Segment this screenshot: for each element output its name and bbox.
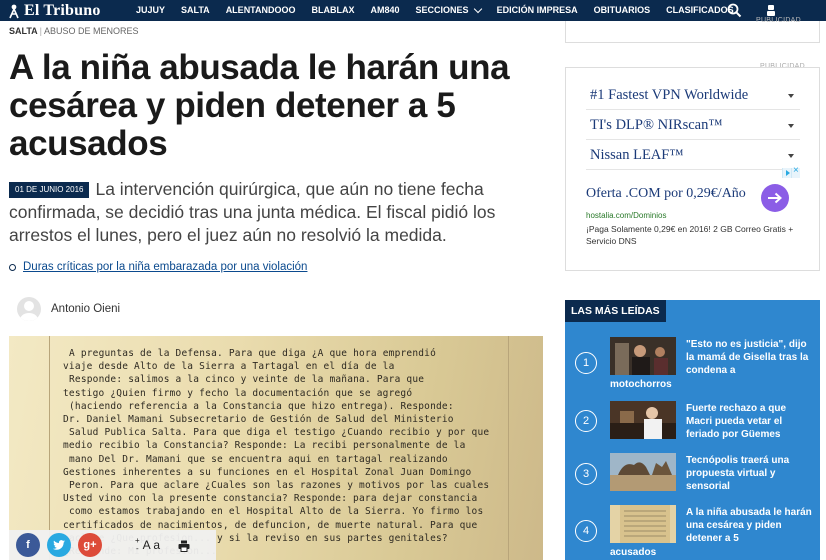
nav-item-salta[interactable]: SALTA [173, 0, 218, 21]
date-badge: 01 DE JUNIO 2016 [9, 182, 90, 198]
document-text-line: como estamos trabajando en el Hospital A… [69, 506, 484, 518]
most-read-title: LAS MÁS LEÍDAS [565, 300, 666, 322]
thumbnail-image [610, 401, 676, 439]
ad-link-1[interactable]: #1 Fastest VPN Worldwide [586, 82, 800, 110]
author-name[interactable]: Antonio Oieni [51, 303, 120, 315]
breadcrumb: SALTA | ABUSO DE MENORES [9, 26, 139, 36]
article-title: A la niña abusada le harán una cesárea y… [9, 48, 510, 163]
ad-offer-site: hostalia.com/Dominios [586, 211, 667, 220]
document-text-line: Salud Publica Salta. Para que diga el te… [69, 427, 490, 439]
ad-label-top: PUBLICIDAD [755, 17, 801, 24]
document-text-line: (haciendo referencia a la Constancia que… [69, 400, 454, 412]
caret-down-icon [788, 93, 794, 98]
font-size-control[interactable]: + - A a [135, 537, 160, 553]
most-read-item[interactable]: 2 Fuerte rechazo a que Macri pueda vetar… [565, 401, 820, 453]
ad-link-2[interactable]: TI's DLP® NIRscan™ [586, 112, 800, 140]
author-row: Antonio Oieni [17, 297, 120, 321]
search-icon[interactable] [727, 3, 742, 18]
nav-item-am840[interactable]: AM840 [363, 0, 408, 21]
document-text-line: mano Del Dr. Mamani que se encuentra aqu… [69, 453, 448, 465]
related-link[interactable]: Duras críticas por la niña embarazada po… [23, 261, 307, 273]
most-read-title-4a: A la niña abusada le harán una cesárea y… [686, 507, 812, 544]
most-read-number: 2 [575, 410, 597, 432]
chevron-down-icon [473, 4, 482, 14]
most-read-title-1b: motochorros [610, 379, 672, 390]
related-link-row: Duras críticas por la niña embarazada po… [9, 261, 307, 273]
article-document-image: A preguntas de la Defensa. Para que diga… [9, 336, 543, 560]
most-read-item[interactable]: 1 "Esto no es justicia", dijo la mamá de… [565, 337, 820, 390]
most-read-panel: LAS MÁS LEÍDAS 1 "Esto no es justicia", … [565, 300, 820, 560]
ad-box: #1 Fastest VPN Worldwide TI's DLP® NIRsc… [565, 67, 820, 271]
document-text-line: medio recibio la Constancia? Responde: L… [63, 440, 466, 452]
most-read-item[interactable]: 3 Tecnópolis traerá una propuesta virtua… [565, 453, 820, 505]
document-text-line: A preguntas de la Defensa. Para que diga… [69, 348, 437, 359]
breadcrumb-topic[interactable]: ABUSO DE MENORES [44, 26, 139, 36]
font-size-label: A a [142, 538, 161, 552]
thumbnail-image [610, 337, 676, 375]
document-text-line: Gestiones inherentes a su funciones en e… [63, 466, 472, 478]
nav-item-blablax[interactable]: BLABLAX [304, 0, 363, 21]
nav-item-secciones[interactable]: SECCIONES [408, 0, 489, 21]
thumbnail-image [610, 453, 676, 491]
logo-icon [8, 4, 20, 18]
most-read-item[interactable]: 4 A la niña abusada le harán una cesárea… [565, 505, 820, 558]
site-logo[interactable]: El Tribuno [0, 0, 128, 21]
ad-link-3-label: Nissan LEAF™ [590, 147, 684, 163]
document-text-line: viaje desde Alto de la Sierra a Tartagal… [63, 361, 395, 373]
share-bar: f g+ + - A a [9, 530, 216, 560]
document-text-line: Peron. Para que aclare ¿Cuales son las r… [69, 480, 490, 491]
print-icon[interactable] [178, 539, 190, 552]
ad-link-1-label: #1 Fastest VPN Worldwide [590, 87, 749, 103]
most-read-title: Tecnópolis traerá una propuesta virtual … [686, 455, 790, 492]
arrow-right-icon[interactable] [761, 184, 789, 212]
thumbnail-image [610, 505, 676, 543]
font-decrease-button[interactable]: - [136, 545, 139, 553]
twitter-share-button[interactable] [47, 533, 71, 557]
top-navbar: El Tribuno JUJUY SALTA ALENTANDOOO BLABL… [0, 0, 826, 21]
ad-link-3[interactable]: Nissan LEAF™ [586, 142, 800, 170]
nav-item-obituarios[interactable]: OBITUARIOS [586, 0, 659, 21]
nav-item-secciones-label: SECCIONES [415, 5, 469, 15]
logo-text: El Tribuno [24, 1, 101, 19]
document-text-line: Dr. Daniel Mamani Subsecretario de Gesti… [63, 414, 454, 425]
avatar[interactable] [17, 297, 41, 321]
caret-down-icon [788, 123, 794, 128]
google-plus-share-button[interactable]: g+ [78, 533, 102, 557]
user-icon[interactable] [766, 4, 776, 17]
caret-down-icon [788, 153, 794, 158]
document-text-line: Responde: salimos a la cinco y veinte de… [69, 374, 425, 386]
most-read-title: Fuerte rechazo a que Macri pueda vetar e… [686, 403, 787, 440]
adchoices-icon[interactable] [782, 165, 800, 178]
document-text-line: Usted vino con la presente constancia? R… [63, 493, 478, 505]
nav-item-edicion-impresa[interactable]: EDICIÓN IMPRESA [489, 0, 586, 21]
ad-link-2-label: TI's DLP® NIRscan™ [590, 117, 723, 133]
nav-item-alentandooo[interactable]: ALENTANDOOO [218, 0, 304, 21]
breadcrumb-section[interactable]: SALTA [9, 26, 38, 36]
bullet-icon [9, 263, 16, 271]
ad-slot-top: PUBLICIDAD [565, 17, 820, 43]
most-read-number: 1 [575, 352, 597, 374]
facebook-share-button[interactable]: f [16, 533, 40, 557]
article-lead: 01 DE JUNIO 2016 La intervención quirúrgi… [9, 178, 544, 247]
main-nav: JUJUY SALTA ALENTANDOOO BLABLAX AM840 SE… [128, 0, 742, 21]
most-read-title-4b: acusados [610, 547, 657, 558]
nav-item-jujuy[interactable]: JUJUY [128, 0, 173, 21]
most-read-number: 4 [575, 520, 597, 542]
document-text-line: testigo ¿Quien firmo y fecho la document… [63, 387, 413, 399]
most-read-title-1a: "Esto no es justicia", dijo la mamá de G… [686, 339, 809, 376]
document-text-line: certificados de nacimientos, de defuncio… [63, 519, 478, 531]
ad-offer-description: ¡Paga Solamente 0,29€ en 2016! 2 GB Corr… [586, 224, 794, 246]
most-read-number: 3 [575, 463, 597, 485]
